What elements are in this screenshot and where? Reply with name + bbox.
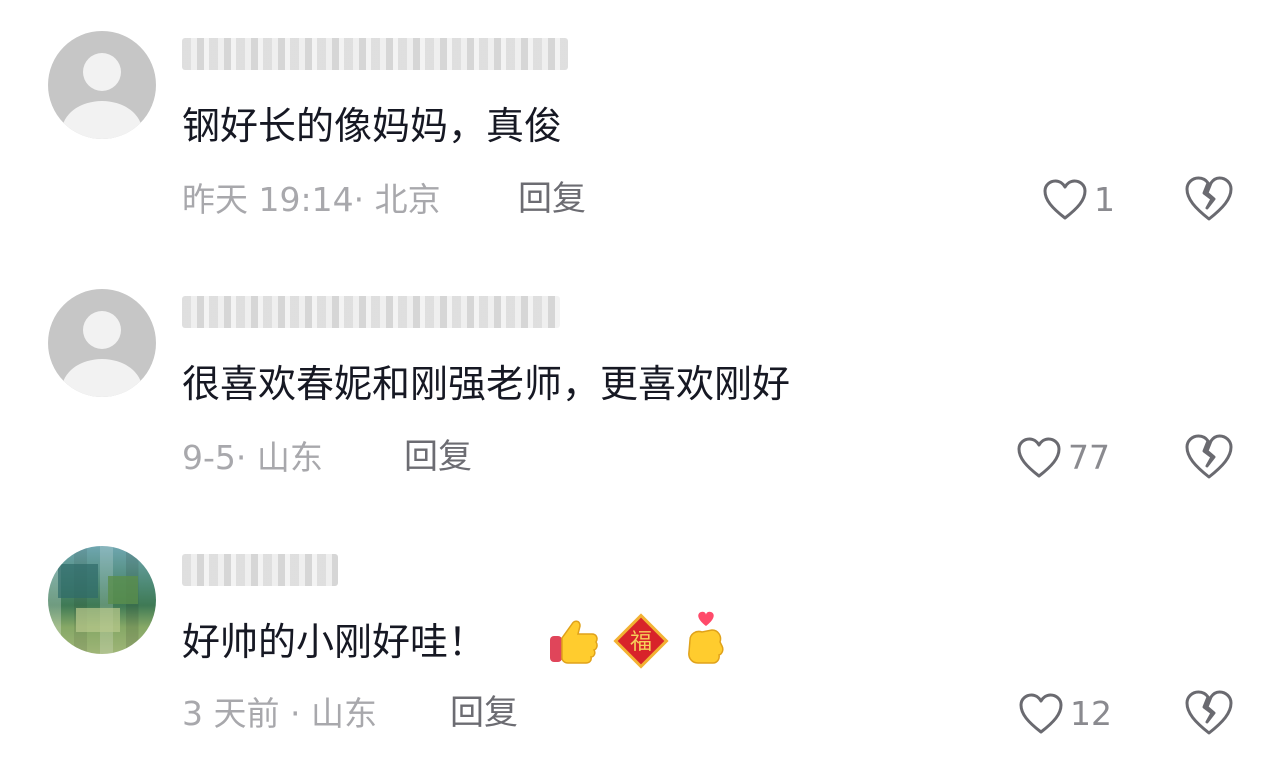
avatar-head-shape (83, 53, 121, 91)
like-button[interactable]: 1 (1042, 175, 1115, 225)
comment-text: 钢好长的像妈妈，真俊 (182, 104, 563, 148)
heart-outline-icon (1019, 693, 1063, 734)
avatar-pixel-block (58, 564, 98, 598)
like-count: 1 (1094, 180, 1115, 219)
dislike-button[interactable] (1184, 433, 1234, 483)
like-count: 12 (1070, 694, 1112, 733)
avatar-pixel-block (76, 608, 120, 632)
avatar-pixel-block (108, 576, 138, 604)
fu-character: 福 (630, 630, 652, 655)
thumbs-up-icon (550, 620, 598, 664)
dislike-button[interactable] (1184, 689, 1234, 739)
broken-heart-icon (1185, 690, 1233, 735)
broken-heart-icon (1185, 176, 1233, 221)
comment-meta: 3 天前 · 山东 (182, 694, 377, 733)
like-count: 77 (1068, 438, 1110, 477)
reply-button[interactable]: 回复 (518, 177, 586, 221)
avatar[interactable] (48, 289, 156, 397)
comment-item: 很喜欢春妮和刚强老师，更喜欢刚好 9-5· 山东 回复 77 (0, 258, 1284, 516)
comment-text-content: 好帅的小刚好哇！ (182, 620, 487, 664)
heart-outline-icon (1043, 179, 1087, 220)
broken-heart-icon (1185, 434, 1233, 479)
comment-meta: 昨天 19:14· 北京 (182, 180, 441, 219)
comment-meta: 9-5· 山东 (182, 438, 323, 477)
avatar[interactable] (48, 31, 156, 139)
heart-outline-icon (1017, 437, 1061, 478)
username-blurred[interactable] (182, 554, 338, 586)
avatar-body-shape (62, 101, 142, 139)
fu-blessing-icon: 福 (613, 613, 669, 669)
reply-button[interactable]: 回复 (404, 435, 472, 479)
reply-button[interactable]: 回复 (450, 691, 518, 735)
avatar-body-shape (62, 359, 142, 397)
comment-item: 好帅的小刚好哇！ 福 3 天前 · 山东 回复 12 (0, 516, 1284, 774)
avatar[interactable] (48, 546, 156, 654)
avatar-head-shape (83, 311, 121, 349)
dislike-button[interactable] (1184, 175, 1234, 225)
finger-heart-icon (688, 611, 724, 664)
like-button[interactable]: 77 (1016, 433, 1110, 483)
comment-text: 很喜欢春妮和刚强老师，更喜欢刚好 (182, 362, 791, 406)
comment-item: 钢好长的像妈妈，真俊 昨天 19:14· 北京 回复 1 (0, 0, 1284, 258)
like-button[interactable]: 12 (1018, 689, 1112, 739)
username-blurred[interactable] (182, 296, 560, 328)
comment-text: 好帅的小刚好哇！ (182, 618, 486, 666)
username-blurred[interactable] (182, 38, 568, 70)
